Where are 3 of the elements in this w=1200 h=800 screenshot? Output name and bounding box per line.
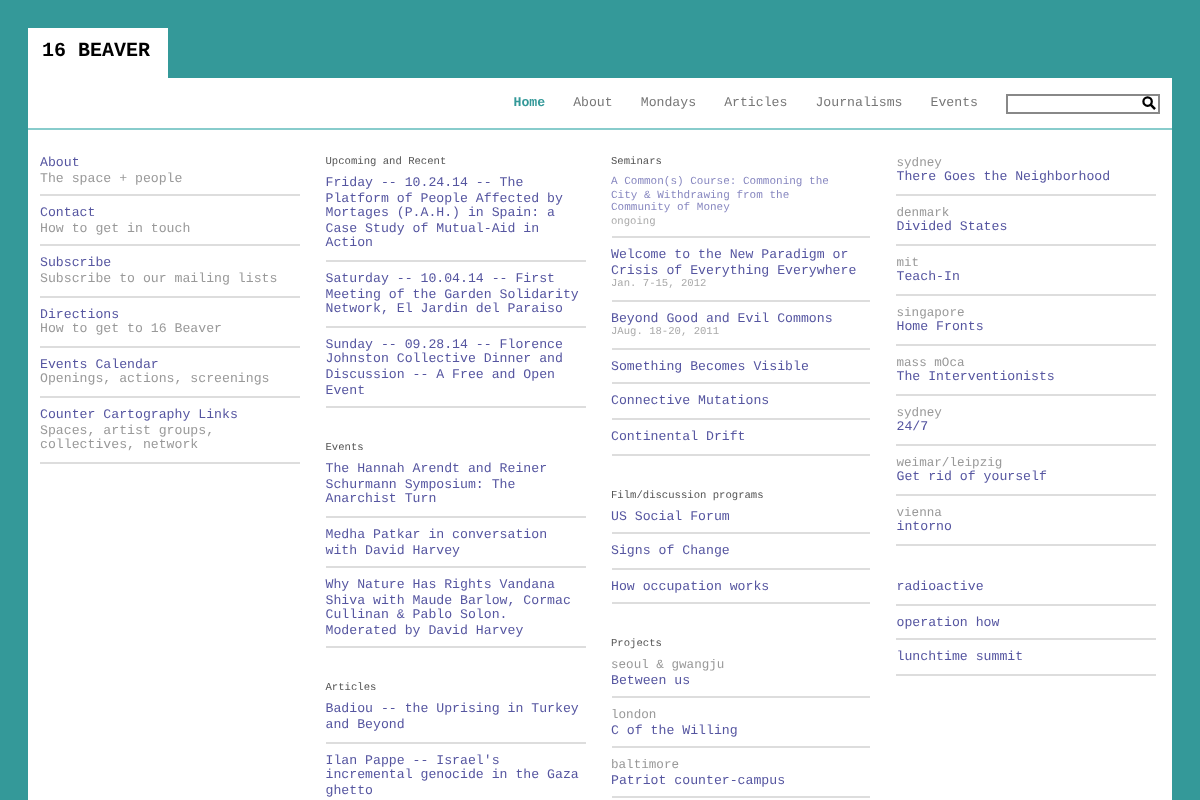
site-logo[interactable]: 16 BEAVER xyxy=(28,28,169,78)
search-icon[interactable] xyxy=(1142,96,1156,110)
search-field[interactable] xyxy=(1006,93,1160,113)
